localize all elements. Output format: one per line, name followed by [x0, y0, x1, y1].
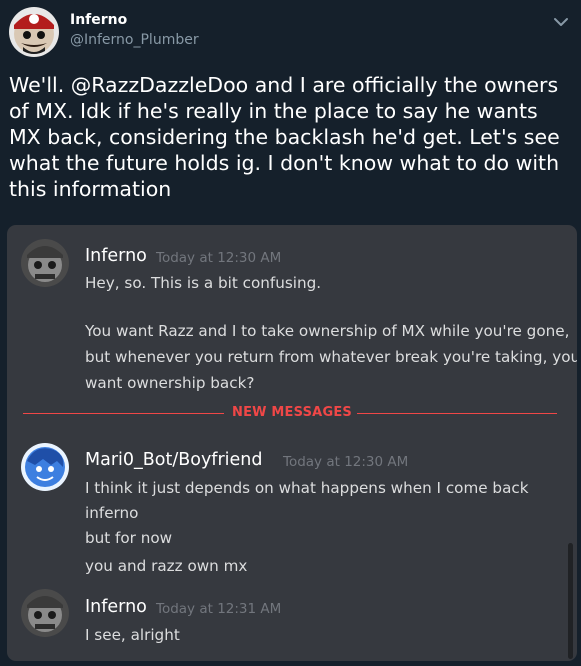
- user-handle[interactable]: @Inferno_Plumber: [70, 32, 199, 48]
- skull-avatar-icon: [21, 589, 69, 637]
- message-author[interactable]: Inferno: [85, 597, 147, 617]
- message-text: but for now: [85, 529, 173, 547]
- profile-avatar[interactable]: [9, 7, 59, 57]
- user-avatar: [21, 239, 69, 287]
- message-text: inferno: [85, 504, 139, 522]
- tweet-header: Inferno @Inferno_Plumber: [0, 0, 581, 64]
- mention-link[interactable]: @RazzDazzleDoo: [71, 73, 248, 97]
- user-avatar: [21, 589, 69, 637]
- discord-screenshot: Inferno Today at 12:30 AM Hey, so. This …: [7, 225, 577, 661]
- message-text: but whenever you return from whatever br…: [85, 348, 577, 366]
- message-author[interactable]: Inferno: [85, 246, 147, 266]
- new-messages-divider: [357, 413, 557, 414]
- new-messages-label: NEW MESSAGES: [232, 405, 352, 420]
- tweet-text-part: We'll.: [9, 73, 71, 97]
- chevron-down-icon[interactable]: [551, 12, 571, 32]
- message-author[interactable]: Mari0_Bot/Boyfriend: [85, 450, 263, 470]
- message-timestamp: Today at 12:30 AM: [156, 250, 282, 266]
- bot-avatar-icon: [21, 443, 69, 491]
- user-avatar: [21, 443, 69, 491]
- message-text: You want Razz and I to take ownership of…: [85, 322, 570, 340]
- message-timestamp: Today at 12:30 AM: [283, 454, 409, 470]
- plumber-avatar-icon: [9, 7, 59, 57]
- skull-avatar-icon: [21, 239, 69, 287]
- message-text: I see, alright: [85, 626, 180, 644]
- display-name[interactable]: Inferno: [70, 12, 127, 28]
- message-timestamp: Today at 12:31 AM: [156, 601, 282, 617]
- message-text: want ownership back?: [85, 374, 255, 392]
- new-messages-divider: [23, 413, 224, 414]
- scrollbar[interactable]: [568, 543, 573, 659]
- tweet-text: We'll. @RazzDazzleDoo and I are official…: [9, 72, 571, 202]
- message-text: you and razz own mx: [85, 557, 248, 575]
- message-text: I think it just depends on what happens …: [85, 479, 529, 497]
- message-text: Hey, so. This is a bit confusing.: [85, 274, 322, 292]
